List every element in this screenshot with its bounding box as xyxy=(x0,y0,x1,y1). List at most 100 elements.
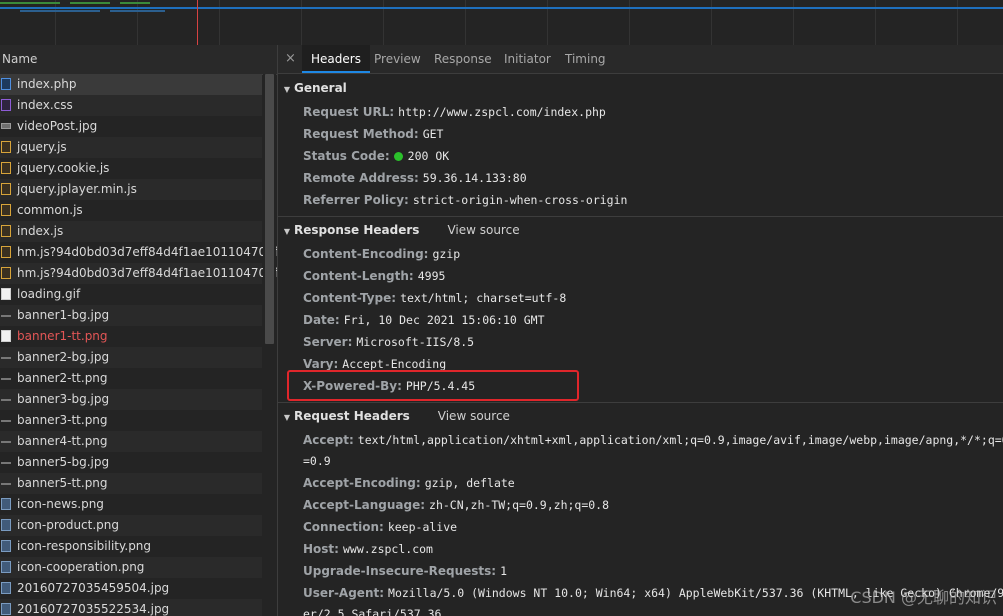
header-key: User-Agent: xyxy=(303,586,385,600)
response-view-source-link[interactable]: View source xyxy=(447,223,519,237)
request-row[interactable]: icon-product.png xyxy=(0,515,262,536)
image-icon xyxy=(1,330,11,342)
request-name: common.js xyxy=(17,203,83,217)
header-value: Accept-Encoding xyxy=(342,357,447,371)
header-key: Remote Address: xyxy=(303,171,419,185)
request-row[interactable]: banner5-tt.png xyxy=(0,473,262,494)
header-key: Date: xyxy=(303,313,340,327)
header-row: Content-Encoding: gzip xyxy=(303,243,460,265)
tab-headers[interactable]: Headers xyxy=(302,45,370,73)
header-value: er/2.5 Safari/537.36 xyxy=(303,607,442,616)
header-row: Accept-Language: zh-CN,zh-TW;q=0.9,zh;q=0… xyxy=(303,494,609,516)
request-row[interactable]: icon-cooperation.png xyxy=(0,557,262,578)
request-row[interactable]: jquery.js xyxy=(0,137,262,158)
tab-initiator[interactable]: Initiator xyxy=(495,45,560,73)
request-name: banner4-tt.png xyxy=(17,434,108,448)
header-value: text/html,application/xhtml+xml,applicat… xyxy=(357,433,1003,447)
script-icon xyxy=(1,183,11,195)
response-headers-section-header[interactable]: ▼ Response Headers View source xyxy=(278,219,520,241)
script-icon xyxy=(1,267,11,279)
request-row[interactable]: index.php xyxy=(0,74,262,95)
x-powered-by-highlight-box xyxy=(287,370,579,401)
request-name: jquery.js xyxy=(17,140,67,154)
header-value: text/html; charset=utf-8 xyxy=(400,291,567,305)
request-name: hm.js?94d0bd03d7eff84d4f1ae101104702f2 xyxy=(17,245,278,259)
request-row[interactable]: banner1-bg.jpg xyxy=(0,305,262,326)
request-name: banner1-tt.png xyxy=(17,329,108,343)
request-name: icon-product.png xyxy=(17,518,120,532)
request-row[interactable]: banner2-tt.png xyxy=(0,368,262,389)
tab-preview[interactable]: Preview xyxy=(365,45,430,73)
request-row[interactable]: jquery.jplayer.min.js xyxy=(0,179,262,200)
request-row[interactable]: banner1-tt.png xyxy=(0,326,262,347)
request-row[interactable]: loading.gif xyxy=(0,284,262,305)
request-name: videoPost.jpg xyxy=(17,119,98,133)
request-headers-title: Request Headers xyxy=(294,409,410,423)
header-row: Remote Address: 59.36.14.133:80 xyxy=(303,167,527,189)
request-row[interactable]: videoPost.jpg xyxy=(0,116,262,137)
request-name: index.js xyxy=(17,224,64,238)
document-icon xyxy=(1,78,11,90)
request-row[interactable]: index.js xyxy=(0,221,262,242)
timeline-request-bar xyxy=(20,10,100,12)
script-icon xyxy=(1,225,11,237)
request-row[interactable]: icon-news.png xyxy=(0,494,262,515)
request-row[interactable]: banner3-tt.png xyxy=(0,410,262,431)
request-view-source-link[interactable]: View source xyxy=(438,409,510,423)
request-row[interactable]: hm.js?94d0bd03d7eff84d4f1ae101104702f2 xyxy=(0,263,277,284)
request-row[interactable]: banner2-bg.jpg xyxy=(0,347,262,368)
image-icon xyxy=(1,498,11,510)
request-row[interactable]: banner5-bg.jpg xyxy=(0,452,262,473)
timeline-load-marker xyxy=(197,0,198,45)
request-headers-section-header[interactable]: ▼ Request Headers View source xyxy=(278,405,510,427)
section-divider xyxy=(278,216,1003,217)
request-name: index.css xyxy=(17,98,73,112)
header-row: Status Code: 200 OK xyxy=(303,145,449,167)
header-key: Accept-Encoding: xyxy=(303,476,421,490)
request-row[interactable]: banner3-bg.jpg xyxy=(0,389,262,410)
header-value: gzip xyxy=(432,247,461,261)
network-timeline-overview[interactable] xyxy=(0,0,1003,46)
request-row[interactable]: index.css xyxy=(0,95,262,116)
header-row: Referrer Policy: strict-origin-when-cross… xyxy=(303,189,627,211)
image-icon xyxy=(1,441,11,443)
request-row[interactable]: hm.js?94d0bd03d7eff84d4f1ae101104702f2 xyxy=(0,242,277,263)
header-key: Accept-Language: xyxy=(303,498,426,512)
image-icon xyxy=(1,561,11,573)
request-row[interactable]: 20160727035459504.jpg xyxy=(0,578,262,599)
image-icon xyxy=(1,399,11,401)
tab-response[interactable]: Response xyxy=(425,45,501,73)
header-value: gzip, deflate xyxy=(424,476,515,490)
timeline-request-bar xyxy=(70,2,110,4)
request-list-scrollbar[interactable] xyxy=(263,74,276,616)
general-section-header[interactable]: ▼ General xyxy=(278,77,347,99)
request-name: banner2-bg.jpg xyxy=(17,350,110,364)
header-key: Content-Length: xyxy=(303,269,414,283)
header-key: Content-Type: xyxy=(303,291,397,305)
request-name: loading.gif xyxy=(17,287,81,301)
header-row: Server: Microsoft-IIS/8.5 xyxy=(303,331,474,353)
request-name: hm.js?94d0bd03d7eff84d4f1ae101104702f2 xyxy=(17,266,278,280)
header-row: Upgrade-Insecure-Requests: 1 xyxy=(303,560,507,582)
request-row[interactable]: 20160727035522534.jpg xyxy=(0,599,262,616)
close-details-icon[interactable]: × xyxy=(285,51,296,66)
request-list-panel: Name index.php index.css videoPost.jpg jque… xyxy=(0,45,278,616)
image-icon xyxy=(1,462,11,464)
request-row[interactable]: jquery.cookie.js xyxy=(0,158,262,179)
image-icon xyxy=(1,420,11,422)
header-key: Content-Encoding: xyxy=(303,247,429,261)
tab-timing[interactable]: Timing xyxy=(556,45,615,73)
request-row[interactable]: common.js xyxy=(0,200,262,221)
general-title: General xyxy=(294,81,347,95)
image-icon xyxy=(1,540,11,552)
scrollbar-thumb[interactable] xyxy=(265,74,274,344)
image-icon xyxy=(1,519,11,531)
request-name: banner5-tt.png xyxy=(17,476,108,490)
header-value: 59.36.14.133:80 xyxy=(422,171,527,185)
name-column-header[interactable]: Name xyxy=(0,45,277,75)
script-icon xyxy=(1,204,11,216)
request-row[interactable]: banner4-tt.png xyxy=(0,431,262,452)
section-divider xyxy=(278,402,1003,403)
request-row[interactable]: icon-responsibility.png xyxy=(0,536,262,557)
timeline-finish-line xyxy=(0,7,1003,9)
